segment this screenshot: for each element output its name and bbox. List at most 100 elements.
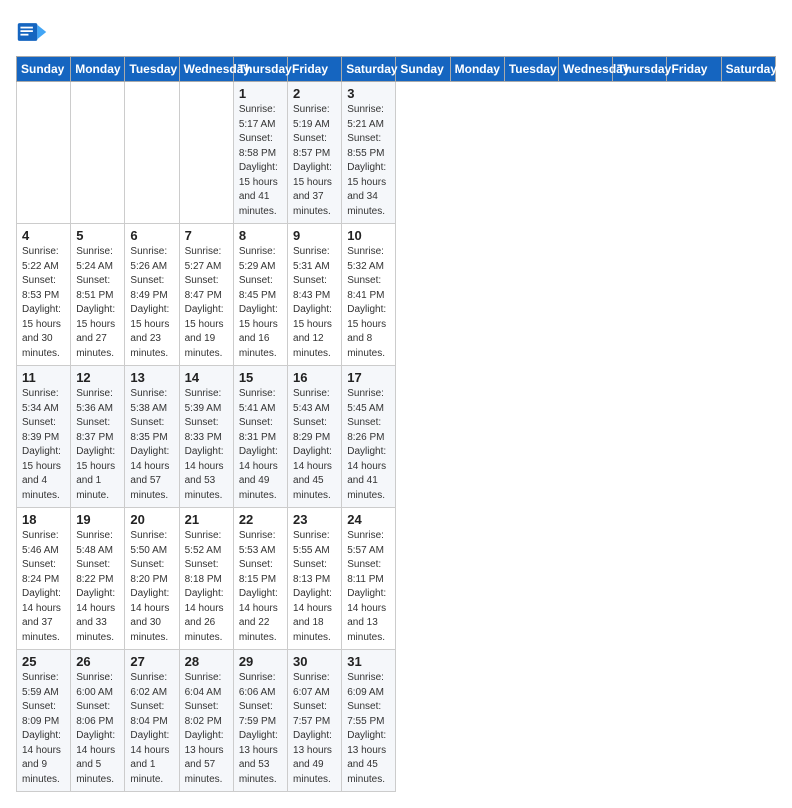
calendar-cell: 26 Sunrise: 6:00 AM Sunset: 8:06 PM Dayli… [71, 650, 125, 792]
header-day-saturday: Saturday [342, 57, 396, 82]
day-number: 9 [293, 228, 336, 243]
calendar-table: SundayMondayTuesdayWednesdayThursdayFrid… [16, 56, 776, 792]
cell-info: Sunrise: 5:53 AM Sunset: 8:15 PM Dayligh… [239, 529, 282, 645]
cell-info: Sunrise: 5:45 AM Sunset: 8:26 PM Dayligh… [347, 387, 390, 503]
cell-info: Sunrise: 6:04 AM Sunset: 8:02 PM Dayligh… [185, 671, 228, 787]
calendar-cell: 5Sunrise: 5:24 AM Sunset: 8:51 PM Daylig… [71, 224, 125, 366]
calendar-cell: 2Sunrise: 5:19 AM Sunset: 8:57 PM Daylig… [288, 82, 342, 224]
calendar-cell: 10 Sunrise: 5:32 AM Sunset: 8:41 PM Dayli… [342, 224, 396, 366]
day-number: 17 [347, 370, 390, 385]
cell-info: Sunrise: 5:21 AM Sunset: 8:55 PM Dayligh… [347, 103, 390, 219]
cell-info: Sunrise: 5:50 AM Sunset: 8:20 PM Dayligh… [130, 529, 173, 645]
day-number: 31 [347, 654, 390, 669]
day-number: 29 [239, 654, 282, 669]
day-number: 15 [239, 370, 282, 385]
calendar-cell [125, 82, 179, 224]
day-number: 4 [22, 228, 65, 243]
cell-info: Sunrise: 5:26 AM Sunset: 8:49 PM Dayligh… [130, 245, 173, 361]
calendar-cell: 18 Sunrise: 5:46 AM Sunset: 8:24 PM Dayli… [17, 508, 71, 650]
day-number: 23 [293, 512, 336, 527]
cell-info: Sunrise: 5:52 AM Sunset: 8:18 PM Dayligh… [185, 529, 228, 645]
header-day-sunday: Sunday [17, 57, 71, 82]
calendar-cell: 16 Sunrise: 5:43 AM Sunset: 8:29 PM Dayli… [288, 366, 342, 508]
header-day-tuesday: Tuesday [125, 57, 179, 82]
calendar-cell: 30 Sunrise: 6:07 AM Sunset: 7:57 PM Dayli… [288, 650, 342, 792]
day-number: 26 [76, 654, 119, 669]
cell-info: Sunrise: 5:55 AM Sunset: 8:13 PM Dayligh… [293, 529, 336, 645]
calendar-cell: 21 Sunrise: 5:52 AM Sunset: 8:18 PM Dayli… [179, 508, 233, 650]
calendar-cell: 28 Sunrise: 6:04 AM Sunset: 8:02 PM Dayli… [179, 650, 233, 792]
calendar-cell [71, 82, 125, 224]
cell-info: Sunrise: 6:02 AM Sunset: 8:04 PM Dayligh… [130, 671, 173, 787]
calendar-cell: 7Sunrise: 5:27 AM Sunset: 8:47 PM Daylig… [179, 224, 233, 366]
header-day-friday: Friday [288, 57, 342, 82]
cell-info: Sunrise: 6:07 AM Sunset: 7:57 PM Dayligh… [293, 671, 336, 787]
cell-info: Sunrise: 5:39 AM Sunset: 8:33 PM Dayligh… [185, 387, 228, 503]
calendar-cell: 14 Sunrise: 5:39 AM Sunset: 8:33 PM Dayli… [179, 366, 233, 508]
logo [16, 16, 52, 48]
cell-info: Sunrise: 5:19 AM Sunset: 8:57 PM Dayligh… [293, 103, 336, 219]
cell-info: Sunrise: 5:46 AM Sunset: 8:24 PM Dayligh… [22, 529, 65, 645]
day-number: 11 [22, 370, 65, 385]
calendar-cell [17, 82, 71, 224]
calendar-cell: 23 Sunrise: 5:55 AM Sunset: 8:13 PM Dayli… [288, 508, 342, 650]
calendar-cell: 1 Sunrise: 5:17 AM Sunset: 8:58 PM Daylig… [233, 82, 287, 224]
day-number: 22 [239, 512, 282, 527]
header-day-wednesday: Wednesday [179, 57, 233, 82]
header-tuesday: Tuesday [504, 57, 558, 82]
day-number: 19 [76, 512, 119, 527]
cell-info: Sunrise: 6:00 AM Sunset: 8:06 PM Dayligh… [76, 671, 119, 787]
cell-info: Sunrise: 5:43 AM Sunset: 8:29 PM Dayligh… [293, 387, 336, 503]
day-number: 6 [130, 228, 173, 243]
day-number: 16 [293, 370, 336, 385]
day-number: 30 [293, 654, 336, 669]
day-number: 1 [239, 86, 282, 101]
logo-icon [16, 16, 48, 48]
day-number: 20 [130, 512, 173, 527]
calendar-cell: 19Sunrise: 5:48 AM Sunset: 8:22 PM Dayli… [71, 508, 125, 650]
calendar-week-5: 25Sunrise: 5:59 AM Sunset: 8:09 PM Dayli… [17, 650, 776, 792]
page-header [16, 16, 776, 48]
day-number: 28 [185, 654, 228, 669]
cell-info: Sunrise: 5:57 AM Sunset: 8:11 PM Dayligh… [347, 529, 390, 645]
calendar-week-4: 18 Sunrise: 5:46 AM Sunset: 8:24 PM Dayli… [17, 508, 776, 650]
calendar-week-1: 1 Sunrise: 5:17 AM Sunset: 8:58 PM Daylig… [17, 82, 776, 224]
day-number: 27 [130, 654, 173, 669]
header-friday: Friday [667, 57, 721, 82]
cell-info: Sunrise: 5:32 AM Sunset: 8:41 PM Dayligh… [347, 245, 390, 361]
calendar-cell: 24 Sunrise: 5:57 AM Sunset: 8:11 PM Dayli… [342, 508, 396, 650]
calendar-cell: 11Sunrise: 5:34 AM Sunset: 8:39 PM Dayli… [17, 366, 71, 508]
header-wednesday: Wednesday [559, 57, 613, 82]
day-number: 18 [22, 512, 65, 527]
calendar-cell: 29Sunrise: 6:06 AM Sunset: 7:59 PM Dayli… [233, 650, 287, 792]
cell-info: Sunrise: 5:59 AM Sunset: 8:09 PM Dayligh… [22, 671, 65, 787]
day-number: 14 [185, 370, 228, 385]
cell-info: Sunrise: 5:17 AM Sunset: 8:58 PM Dayligh… [239, 103, 282, 219]
header-thursday: Thursday [613, 57, 667, 82]
day-number: 7 [185, 228, 228, 243]
cell-info: Sunrise: 5:31 AM Sunset: 8:43 PM Dayligh… [293, 245, 336, 361]
day-number: 10 [347, 228, 390, 243]
calendar-cell: 27 Sunrise: 6:02 AM Sunset: 8:04 PM Dayli… [125, 650, 179, 792]
calendar-cell: 6 Sunrise: 5:26 AM Sunset: 8:49 PM Daylig… [125, 224, 179, 366]
cell-info: Sunrise: 5:29 AM Sunset: 8:45 PM Dayligh… [239, 245, 282, 361]
day-number: 24 [347, 512, 390, 527]
day-number: 12 [76, 370, 119, 385]
header-day-thursday: Thursday [233, 57, 287, 82]
day-number: 13 [130, 370, 173, 385]
calendar-cell: 9 Sunrise: 5:31 AM Sunset: 8:43 PM Daylig… [288, 224, 342, 366]
calendar-cell: 20 Sunrise: 5:50 AM Sunset: 8:20 PM Dayli… [125, 508, 179, 650]
day-number: 5 [76, 228, 119, 243]
cell-info: Sunrise: 5:22 AM Sunset: 8:53 PM Dayligh… [22, 245, 65, 361]
calendar-cell: 22 Sunrise: 5:53 AM Sunset: 8:15 PM Dayli… [233, 508, 287, 650]
calendar-week-3: 11Sunrise: 5:34 AM Sunset: 8:39 PM Dayli… [17, 366, 776, 508]
calendar-week-2: 4 Sunrise: 5:22 AM Sunset: 8:53 PM Daylig… [17, 224, 776, 366]
calendar-cell [179, 82, 233, 224]
calendar-header-row: SundayMondayTuesdayWednesdayThursdayFrid… [17, 57, 776, 82]
cell-info: Sunrise: 5:38 AM Sunset: 8:35 PM Dayligh… [130, 387, 173, 503]
day-number: 21 [185, 512, 228, 527]
day-number: 3 [347, 86, 390, 101]
calendar-cell: 4 Sunrise: 5:22 AM Sunset: 8:53 PM Daylig… [17, 224, 71, 366]
cell-info: Sunrise: 5:36 AM Sunset: 8:37 PM Dayligh… [76, 387, 119, 503]
calendar-cell: 15Sunrise: 5:41 AM Sunset: 8:31 PM Dayli… [233, 366, 287, 508]
